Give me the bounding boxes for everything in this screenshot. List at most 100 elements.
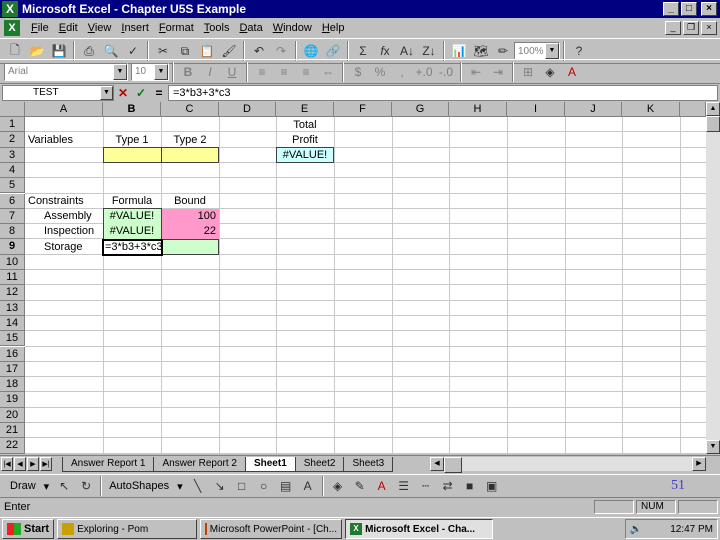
row-header-11[interactable]: 11 — [0, 270, 25, 286]
row-header-19[interactable]: 19 — [0, 392, 25, 408]
column-header-h[interactable]: H — [449, 102, 507, 117]
row-header-2[interactable]: 2 — [0, 132, 25, 148]
row-header-10[interactable]: 10 — [0, 254, 25, 270]
last-sheet-icon[interactable]: ▶| — [40, 457, 52, 471]
scroll-thumb[interactable] — [444, 457, 462, 473]
chevron-down-icon[interactable]: ▼ — [113, 63, 127, 80]
row-header-12[interactable]: 12 — [0, 285, 25, 301]
tab-answer-report-2[interactable]: Answer Report 2 — [153, 456, 246, 472]
menu-file[interactable]: File — [26, 22, 54, 34]
font-color-icon[interactable]: A — [561, 61, 583, 82]
next-sheet-icon[interactable]: ▶ — [27, 457, 39, 471]
menu-window[interactable]: Window — [268, 22, 317, 34]
menu-tools[interactable]: Tools — [199, 22, 235, 34]
zoom-select[interactable]: 100% ▼ — [514, 42, 560, 60]
close-button[interactable]: × — [701, 2, 717, 16]
maximize-button[interactable]: □ — [681, 2, 697, 16]
doc-close-button[interactable]: × — [701, 21, 717, 35]
column-header-e[interactable]: E — [276, 102, 334, 117]
bound-cell-c9[interactable] — [161, 239, 219, 255]
row-header-5[interactable]: 5 — [0, 178, 25, 194]
align-center-icon[interactable]: ≡ — [273, 61, 295, 82]
font-color-icon[interactable]: A — [371, 476, 393, 497]
edit-formula-button[interactable]: = — [150, 85, 168, 101]
column-header-d[interactable]: D — [219, 102, 276, 117]
chevron-down-icon[interactable]: ▼ — [545, 43, 559, 59]
arrow-icon[interactable]: ↘ — [209, 476, 231, 497]
line-icon[interactable]: ╲ — [187, 476, 209, 497]
percent-icon[interactable]: % — [369, 61, 391, 82]
task-excel[interactable]: X Microsoft Excel - Cha... — [345, 519, 494, 539]
task-exploring[interactable]: Exploring - Pom — [57, 519, 198, 539]
row-header-6[interactable]: 6 — [0, 193, 25, 209]
3d-icon[interactable]: ▣ — [481, 476, 503, 497]
first-sheet-icon[interactable]: |◀ — [1, 457, 13, 471]
menu-view[interactable]: View — [83, 22, 117, 34]
merge-center-icon[interactable]: ⇔ — [317, 61, 339, 82]
row-header-14[interactable]: 14 — [0, 315, 25, 332]
increase-indent-icon[interactable]: ⇥ — [487, 61, 509, 82]
tab-sheet2[interactable]: Sheet2 — [294, 456, 345, 472]
scroll-thumb[interactable] — [706, 116, 720, 132]
minimize-button[interactable]: _ — [663, 2, 679, 16]
comma-icon[interactable]: , — [391, 61, 413, 82]
menu-help[interactable]: Help — [317, 22, 350, 34]
row-header-17[interactable]: 17 — [0, 361, 25, 378]
prev-sheet-icon[interactable]: ◀ — [14, 457, 26, 471]
rectangle-icon[interactable]: □ — [231, 476, 253, 497]
align-right-icon[interactable]: ≡ — [295, 61, 317, 82]
dash-style-icon[interactable]: ┄ — [415, 476, 437, 497]
borders-icon[interactable]: ⊞ — [517, 61, 539, 82]
excel-icon[interactable]: X — [2, 1, 18, 17]
chevron-down-icon[interactable]: ▼ — [154, 63, 168, 80]
draw-menu[interactable]: Draw — [6, 480, 40, 492]
enter-icon[interactable]: ✓ — [132, 85, 150, 101]
select-all-button[interactable] — [0, 102, 25, 117]
formula-input[interactable]: =3*b3+3*c3 — [168, 84, 718, 101]
increase-decimal-icon[interactable]: +.0 — [413, 61, 435, 82]
text-box-icon[interactable]: ▤ — [275, 476, 297, 497]
worksheet-grid[interactable]: A B C D E F G H I J K 1 2 3 4 5 6 7 8 9 10 11 12 13 1… — [0, 102, 706, 454]
column-header-f[interactable]: F — [334, 102, 392, 117]
menu-insert[interactable]: Insert — [116, 22, 154, 34]
tray-icon[interactable]: 🔊 — [630, 524, 642, 535]
row-header-13[interactable]: 13 — [0, 300, 25, 316]
row-header-20[interactable]: 20 — [0, 407, 25, 423]
decrease-indent-icon[interactable]: ⇤ — [465, 61, 487, 82]
chevron-down-icon[interactable]: ▼ — [100, 85, 113, 100]
scroll-down-icon[interactable]: ▼ — [706, 440, 720, 454]
workbook-icon[interactable]: X — [4, 20, 20, 36]
menu-data[interactable]: Data — [234, 22, 267, 34]
menu-edit[interactable]: Edit — [54, 22, 83, 34]
row-header-8[interactable]: 8 — [0, 224, 25, 240]
align-left-icon[interactable]: ≡ — [251, 61, 273, 82]
line-style-icon[interactable]: ☰ — [393, 476, 415, 497]
row-header-9[interactable]: 9 — [0, 239, 25, 255]
doc-restore-button[interactable]: ❐ — [683, 21, 699, 35]
underline-icon[interactable]: U — [221, 61, 243, 82]
chevron-down-icon[interactable]: ▾ — [40, 480, 54, 493]
column-header-j[interactable]: J — [565, 102, 622, 117]
row-header-4[interactable]: 4 — [0, 162, 25, 179]
variable-cell-c3[interactable] — [161, 147, 219, 163]
currency-icon[interactable]: $ — [347, 61, 369, 82]
column-header-b[interactable]: B — [103, 102, 161, 117]
free-rotate-icon[interactable]: ↻ — [75, 476, 97, 497]
wordart-icon[interactable]: A — [297, 476, 319, 497]
cancel-icon[interactable]: ✕ — [114, 85, 132, 101]
column-header-k[interactable]: K — [622, 102, 680, 117]
scroll-up-icon[interactable]: ▲ — [706, 102, 720, 116]
oval-icon[interactable]: ○ — [253, 476, 275, 497]
column-header-g[interactable]: G — [392, 102, 449, 117]
shadow-icon[interactable]: ■ — [459, 476, 481, 497]
column-header-partial[interactable] — [680, 102, 706, 117]
line-color-icon[interactable]: ✎ — [349, 476, 371, 497]
chevron-down-icon[interactable]: ▾ — [173, 480, 187, 493]
select-objects-icon[interactable]: ↖ — [53, 476, 75, 497]
italic-icon[interactable]: I — [199, 61, 221, 82]
menu-format[interactable]: Format — [154, 22, 199, 34]
scroll-right-icon[interactable]: ▶ — [692, 457, 706, 471]
row-header-3[interactable]: 3 — [0, 147, 25, 163]
arrow-style-icon[interactable]: ⇄ — [437, 476, 459, 497]
scroll-left-icon[interactable]: ◀ — [430, 457, 444, 471]
